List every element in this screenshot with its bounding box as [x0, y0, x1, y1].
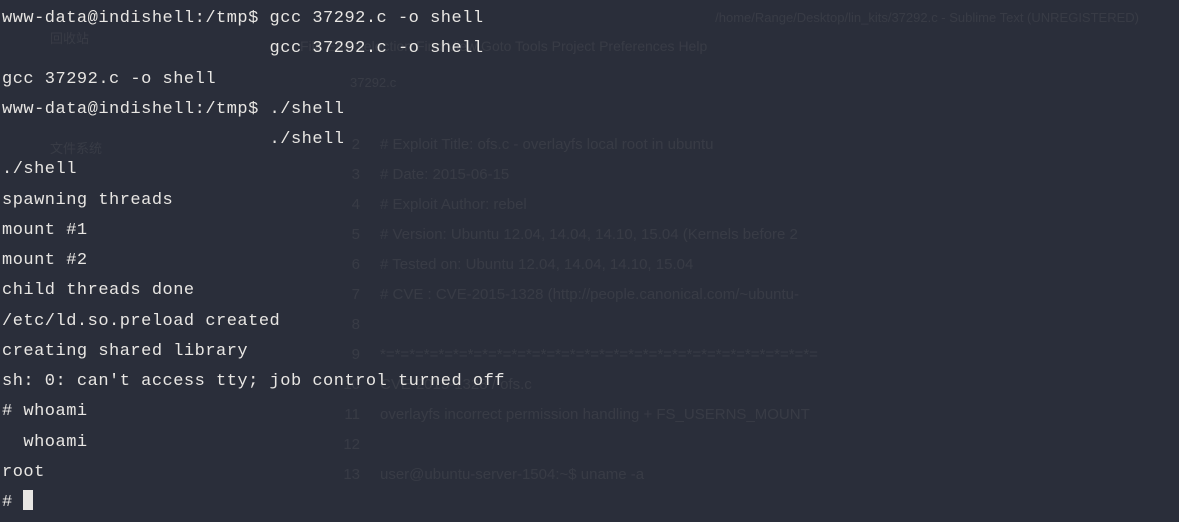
- terminal-line: sh: 0: can't access tty; job control tur…: [2, 367, 1177, 397]
- terminal-line: creating shared library: [2, 337, 1177, 367]
- terminal-line: www-data@indishell:/tmp$ gcc 37292.c -o …: [2, 4, 1177, 34]
- terminal-line: mount #2: [2, 246, 1177, 276]
- terminal-line: /etc/ld.so.preload created: [2, 307, 1177, 337]
- terminal-prompt-line: #: [2, 488, 1177, 518]
- terminal-line: mount #1: [2, 216, 1177, 246]
- terminal-line: ./shell: [2, 125, 1177, 155]
- terminal-line: whoami: [2, 428, 1177, 458]
- terminal-line: www-data@indishell:/tmp$ ./shell: [2, 95, 1177, 125]
- terminal-line: ./shell: [2, 155, 1177, 185]
- terminal-line: # whoami: [2, 397, 1177, 427]
- terminal-output[interactable]: www-data@indishell:/tmp$ gcc 37292.c -o …: [0, 0, 1179, 522]
- terminal-line: child threads done: [2, 276, 1177, 306]
- terminal-line: gcc 37292.c -o shell: [2, 34, 1177, 64]
- terminal-line: gcc 37292.c -o shell: [2, 65, 1177, 95]
- terminal-line: root: [2, 458, 1177, 488]
- cursor-icon: [23, 490, 33, 510]
- terminal-line: spawning threads: [2, 186, 1177, 216]
